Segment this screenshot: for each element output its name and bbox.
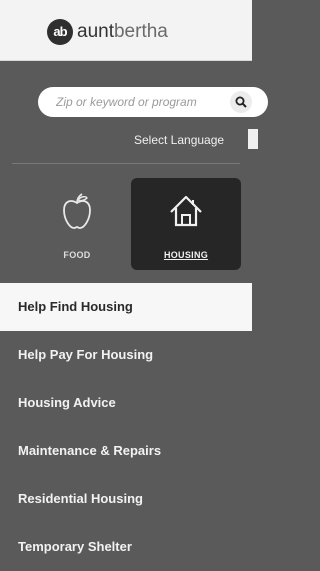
category-food[interactable]: FOOD — [22, 178, 132, 270]
select-language-link[interactable]: Select Language — [134, 133, 224, 147]
menu-item-maintenance-repairs[interactable]: Maintenance & Repairs — [0, 427, 252, 475]
search-input[interactable] — [56, 93, 234, 111]
search-box — [38, 87, 268, 117]
auntbertha-logo[interactable]: ab auntbertha — [47, 19, 168, 45]
app-header: ab auntbertha — [0, 0, 252, 61]
house-icon — [170, 195, 202, 227]
search-icon — [235, 96, 247, 108]
logo-wordmark-light: bertha — [113, 21, 168, 42]
logo-wordmark: auntbertha — [77, 19, 168, 45]
category-label: HOUSING — [163, 250, 209, 260]
category-housing[interactable]: HOUSING — [131, 178, 241, 270]
logo-wordmark-bold: aunt — [77, 21, 114, 42]
menu-item-residential-housing[interactable]: Residential Housing — [0, 475, 252, 523]
divider — [12, 163, 240, 164]
menu-item-temporary-shelter[interactable]: Temporary Shelter — [0, 523, 252, 571]
apple-icon — [63, 193, 91, 229]
logo-badge: ab — [47, 19, 73, 45]
menu-item-help-pay-for-housing[interactable]: Help Pay For Housing — [0, 331, 252, 379]
menu-item-help-find-housing[interactable]: Help Find Housing — [0, 283, 252, 331]
search-button[interactable] — [230, 91, 252, 113]
menu-item-housing-advice[interactable]: Housing Advice — [0, 379, 252, 427]
category-label: FOOD — [63, 250, 91, 260]
subcategory-menu: Help Find Housing Help Pay For Housing H… — [0, 283, 252, 571]
language-dropdown[interactable] — [248, 129, 258, 149]
